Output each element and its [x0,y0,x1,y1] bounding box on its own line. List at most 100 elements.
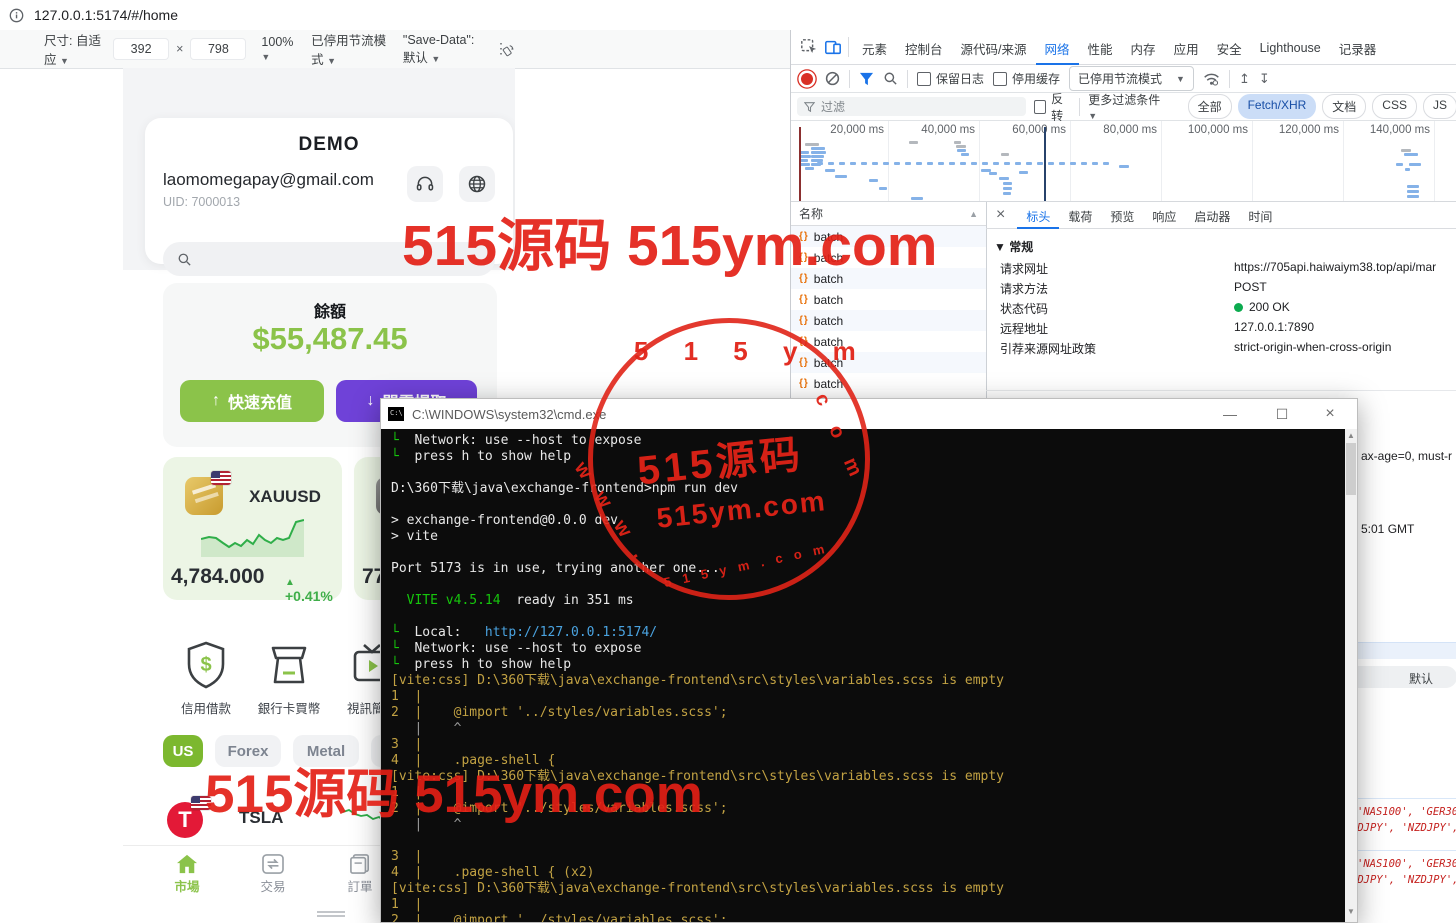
timeline-activity-bar [825,169,835,172]
search-icon[interactable] [883,71,898,86]
close-button[interactable]: × [1307,399,1353,429]
console-error-text: UDJPY', 'NZDJPY', [1351,822,1456,834]
request-row[interactable]: {}batch [791,310,986,331]
devtools-tab[interactable]: Lighthouse [1251,32,1330,62]
preserve-log-checkbox[interactable]: 保留日志 [917,70,984,87]
request-row[interactable]: {}batch [791,289,986,310]
invert-checkbox[interactable]: 反转 [1034,90,1071,124]
terminal-line: Port 5173 is in use, trying another one.… [391,561,1345,577]
details-tab[interactable]: 启动器 [1185,202,1239,229]
info-icon[interactable] [9,8,24,23]
scroll-up-icon[interactable]: ▲ [1345,431,1357,440]
scroll-up-icon[interactable]: ▲ [969,209,978,219]
devtools-tab[interactable]: 网络 [1036,30,1079,65]
details-tab[interactable]: 载荷 [1059,202,1101,229]
devtools-tab[interactable]: 记录器 [1330,30,1386,65]
url-text[interactable]: 127.0.0.1:5174/#/home [34,7,178,23]
market-symbol: XAUUSD [235,487,335,507]
timeline-activity-bar [960,162,966,165]
devtools-tabbar-tabs: 元素控制台源代码/来源网络性能内存应用安全Lighthouse记录器 [853,30,1385,65]
timeline-activity-bar [1003,187,1012,190]
timeline-activity-bar [1119,165,1129,168]
clear-icon[interactable] [825,71,840,86]
throttle-select[interactable]: 已停用节流模式 ▼ [311,30,387,68]
timeline-activity-bar [1015,162,1021,165]
network-conditions-icon[interactable] [1203,72,1220,86]
timeline-activity-bar [839,162,845,165]
terminal-line: 2 | @import '../styles/variables.scss'; [391,705,1345,721]
viewport-width-input[interactable]: 392 [114,39,168,59]
close-details-icon[interactable]: × [996,206,1005,224]
deposit-button[interactable]: ↑快速充值 [180,380,324,422]
timeline-activity-bar [1019,171,1028,174]
timeline-activity-bar [916,162,922,165]
network-timeline-overview[interactable]: 20,000 ms40,000 ms60,000 ms80,000 ms100,… [791,121,1456,202]
general-section-title[interactable]: ▼ 常规 [994,238,1033,255]
terminal-line: 2 | @import '../styles/variables.scss'; [391,913,1345,922]
support-button[interactable] [407,166,443,202]
dimensions-select[interactable]: 尺寸: 自适应 ▼ [44,30,106,68]
more-filters-select[interactable]: 更多过滤条件 ▼ [1088,91,1161,122]
market-card-xauusd[interactable]: XAUUSD 4,784.000 ▲ +0.41% [163,457,342,600]
language-button[interactable] [459,166,495,202]
scrollbar-thumb[interactable] [1346,443,1356,495]
filter-pill[interactable]: 全部 [1188,94,1232,119]
funnel-icon [804,102,815,112]
cmd-scrollbar[interactable]: ▲ ▼ [1345,429,1357,922]
timeline-activity-bar [993,162,999,165]
timeline-activity-bar [982,162,988,165]
drag-handle[interactable] [317,911,345,913]
details-tab[interactable]: 预览 [1101,202,1143,229]
inspect-element-icon[interactable] [800,38,818,56]
details-tab[interactable]: 响应 [1143,202,1185,229]
filter-pill[interactable]: JS [1423,94,1456,119]
zoom-select[interactable]: 100% ▼ [261,35,295,63]
filter-pill[interactable]: Fetch/XHR [1238,94,1317,119]
minimize-button[interactable]: — [1207,399,1253,429]
timeline-activity-bar [1059,162,1065,165]
filter-icon[interactable] [859,72,874,86]
devtools-tab[interactable]: 控制台 [896,30,952,65]
tab-us[interactable]: US [163,735,203,767]
terminal-line: 1 | [391,689,1345,705]
devtools-tab[interactable]: 安全 [1208,30,1251,65]
request-type-pills: 全部Fetch/XHR文档CSSJS [1188,94,1456,119]
devtools-tab[interactable]: 源代码/来源 [952,30,1036,65]
market-change: ▲ +0.41% [285,572,342,604]
devtools-tabbar: 元素控制台源代码/来源网络性能内存应用安全Lighthouse记录器 [791,30,1456,65]
details-tab[interactable]: 标头 [1017,202,1059,229]
nav-market[interactable]: 市場 [152,854,222,895]
viewport-height-input[interactable]: 798 [191,39,245,59]
filter-pill[interactable]: 文档 [1322,94,1366,119]
shortcut-credit[interactable]: $ 信用借款 [167,640,245,717]
nav-trade[interactable]: 交易 [238,854,308,895]
import-har-icon[interactable]: ↥ [1239,71,1250,87]
devtools-tab[interactable]: 性能 [1079,30,1122,65]
timeline-activity-bar [828,162,834,165]
default-pill[interactable]: 默认 [1343,666,1456,688]
filter-input[interactable]: 过滤 [797,97,1026,116]
details-tab[interactable]: 时间 [1239,202,1281,229]
throttling-select[interactable]: 已停用节流模式▼ [1069,66,1194,91]
filter-pill[interactable]: CSS [1372,94,1417,119]
save-data-select[interactable]: "Save-Data": 默认 ▼ [403,33,488,66]
browser-url-bar[interactable]: 127.0.0.1:5174/#/home [0,0,1456,31]
record-button[interactable] [801,73,813,85]
devtools-tab[interactable]: 应用 [1165,30,1208,65]
timeline-gridline [979,121,980,201]
terminal-line: └ Local: http://127.0.0.1:5174/ [391,625,1345,641]
maximize-button[interactable]: ☐ [1259,399,1305,429]
disable-cache-checkbox[interactable]: 停用缓存 [993,70,1060,87]
timeline-gridline [1434,121,1435,201]
terminal-line: 3 | [391,737,1345,753]
header-fragment-date: 5:01 GMT [1361,522,1414,536]
devtools-tab[interactable]: 元素 [853,30,896,65]
cmd-titlebar[interactable]: C:\ C:\WINDOWS\system32\cmd.exe — ☐ × [381,399,1357,429]
devtools-tab[interactable]: 内存 [1122,30,1165,65]
network-toolbar: 保留日志 停用缓存 已停用节流模式▼ ↥ ↧ [791,65,1456,93]
scroll-down-icon[interactable]: ▼ [1345,907,1357,916]
export-har-icon[interactable]: ↧ [1259,71,1270,87]
device-toolbar-menu-icon[interactable]: ⋮ [494,40,508,57]
shortcut-bankcard[interactable]: 銀行卡買幣 [250,640,328,717]
device-toolbar-icon[interactable] [824,38,842,56]
